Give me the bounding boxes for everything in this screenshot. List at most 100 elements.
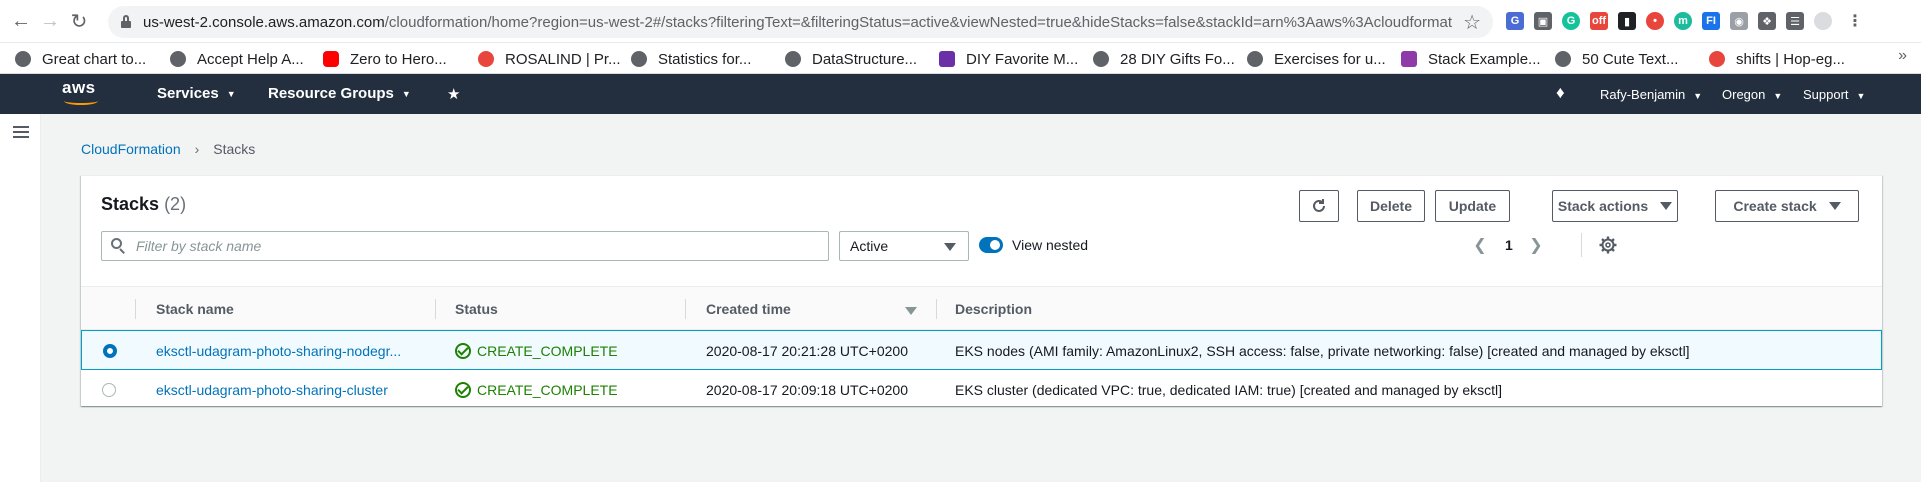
profile-avatar[interactable] <box>1814 12 1832 30</box>
view-nested-label: View nested <box>1012 237 1089 253</box>
sort-descending-icon[interactable] <box>905 307 917 315</box>
aws-console-header: aws Services ▼ Resource Groups ▼ ★ ♦ Rafy-… <box>0 74 1921 114</box>
pager-divider <box>1581 233 1582 257</box>
globe-icon <box>1555 51 1571 67</box>
bookmark-item[interactable]: Accept Help A... <box>170 49 304 69</box>
rosalind-icon <box>478 51 494 67</box>
stack-name-link[interactable]: eksctl-udagram-photo-sharing-nodegr... <box>156 343 421 359</box>
stack-description: EKS nodes (AMI family: AmazonLinux2, SSH… <box>955 343 1690 359</box>
grammarly-icon[interactable]: G <box>1562 12 1580 30</box>
stack-filter[interactable] <box>101 231 829 261</box>
settings-gear-icon[interactable] <box>1599 236 1617 254</box>
chart-extension-icon[interactable]: ▮ <box>1618 12 1636 30</box>
globe-icon <box>631 51 647 67</box>
column-header-description[interactable]: Description <box>955 301 1032 317</box>
breadcrumb-current: Stacks <box>213 141 256 157</box>
view-nested-toggle[interactable] <box>979 237 1003 253</box>
row-radio-selected[interactable] <box>103 344 117 358</box>
bookmarks-overflow-icon[interactable]: » <box>1898 47 1907 65</box>
caret-down-icon <box>1828 202 1841 210</box>
share-extension-icon[interactable]: • <box>1646 12 1664 30</box>
globe-icon <box>785 51 801 67</box>
table-row[interactable]: eksctl-udagram-photo-sharing-nodegr... C… <box>81 330 1882 370</box>
status-filter-select[interactable]: Active <box>839 231 969 261</box>
stack-description: EKS cluster (dedicated VPC: true, dedica… <box>955 382 1503 398</box>
browser-toolbar: ← → ↻ us-west-2.console.aws.amazon.com/c… <box>0 0 1921 43</box>
bookmark-item[interactable]: Zero to Hero... <box>323 49 447 69</box>
globe-icon <box>1247 51 1263 67</box>
bookmark-item[interactable]: 28 DIY Gifts Fo... <box>1093 49 1235 69</box>
m-extension-icon[interactable]: m <box>1674 12 1692 30</box>
status-badge: CREATE_COMPLETE <box>455 382 618 398</box>
region-menu[interactable]: Oregon ▼ <box>1722 87 1782 102</box>
extension-icon[interactable]: ▣ <box>1534 12 1552 30</box>
caret-down-icon <box>944 243 956 251</box>
stack-actions-button[interactable]: Stack actions <box>1552 190 1678 222</box>
bookmark-item[interactable]: 50 Cute Text... <box>1555 49 1678 69</box>
globe-icon <box>170 51 186 67</box>
bookmark-item[interactable]: shifts | Hop-eg... <box>1709 49 1845 69</box>
table-header: Stack name Status Created time Descripti… <box>81 286 1882 330</box>
services-menu[interactable]: Services ▼ <box>157 85 236 102</box>
bookmark-star-icon[interactable]: ☆ <box>1463 10 1481 35</box>
column-header-created-time[interactable]: Created time <box>706 301 791 317</box>
lock-icon <box>121 15 131 28</box>
camera-icon[interactable]: ◉ <box>1730 12 1748 30</box>
breadcrumb: CloudFormation › Stacks <box>81 141 255 157</box>
column-header-status[interactable]: Status <box>455 301 498 317</box>
forward-icon[interactable]: → <box>38 9 62 33</box>
bookmark-item[interactable]: DIY Favorite M... <box>939 49 1078 69</box>
bookmark-item[interactable]: DataStructure... <box>785 49 917 69</box>
delete-button[interactable]: Delete <box>1357 190 1425 222</box>
reload-icon[interactable]: ↻ <box>67 9 91 33</box>
chevron-down-icon: ▼ <box>226 89 236 100</box>
pin-icon[interactable]: ★ <box>447 85 460 103</box>
adblock-icon[interactable]: off <box>1590 12 1608 30</box>
current-page-number[interactable]: 1 <box>1505 237 1513 253</box>
stack-name-link[interactable]: eksctl-udagram-photo-sharing-cluster <box>156 382 421 398</box>
caret-down-icon <box>1660 202 1673 210</box>
chevron-right-icon[interactable]: ❯ <box>1526 234 1546 256</box>
column-divider <box>135 299 136 319</box>
bookmark-item[interactable]: Great chart to... <box>15 49 146 69</box>
back-icon[interactable]: ← <box>9 9 33 33</box>
url-text[interactable]: us-west-2.console.aws.amazon.com/cloudfo… <box>143 14 1453 31</box>
status-badge: CREATE_COMPLETE <box>455 343 618 359</box>
create-stack-button[interactable]: Create stack <box>1715 190 1859 222</box>
account-menu[interactable]: Rafy-Benjamin ▼ <box>1600 87 1702 102</box>
stacks-count: (2) <box>164 194 187 214</box>
update-button[interactable]: Update <box>1435 190 1510 222</box>
resource-groups-menu[interactable]: Resource Groups ▼ <box>268 85 411 102</box>
globe-icon <box>1093 51 1109 67</box>
address-bar[interactable]: us-west-2.console.aws.amazon.com/cloudfo… <box>108 6 1493 38</box>
table-row[interactable]: eksctl-udagram-photo-sharing-cluster CRE… <box>81 370 1882 410</box>
chevron-right-icon: › <box>194 141 200 157</box>
refresh-icon <box>1313 199 1325 212</box>
extensions-puzzle-icon[interactable]: ❖ <box>1758 12 1776 30</box>
heart-icon <box>939 51 955 67</box>
media-queue-icon[interactable]: ☰ <box>1786 12 1804 30</box>
bookmarks-bar: Great chart to... Accept Help A... Zero … <box>0 43 1921 74</box>
aws-logo[interactable]: aws <box>62 78 102 108</box>
browser-menu-icon[interactable]: ⋮ <box>1846 12 1864 30</box>
column-header-stack-name[interactable]: Stack name <box>156 301 234 317</box>
bookmark-item[interactable]: Stack Example... <box>1401 49 1541 69</box>
created-time: 2020-08-17 20:21:28 UTC+0200 <box>706 343 908 359</box>
chevron-down-icon: ▼ <box>1856 90 1866 101</box>
stack-filter-input[interactable] <box>136 236 816 256</box>
hamburger-menu-icon[interactable] <box>13 126 29 138</box>
bookmark-item[interactable]: ROSALIND | Pr... <box>478 49 621 69</box>
support-menu[interactable]: Support ▼ <box>1803 87 1865 102</box>
chevron-left-icon[interactable]: ❮ <box>1470 234 1490 256</box>
refresh-button[interactable] <box>1299 190 1339 222</box>
row-radio[interactable] <box>102 383 116 397</box>
column-divider <box>435 299 436 319</box>
bookmark-item[interactable]: Exercises for u... <box>1247 49 1386 69</box>
column-divider <box>936 299 937 319</box>
notifications-bell-icon[interactable]: ♦ <box>1556 83 1565 103</box>
breadcrumb-cloudformation[interactable]: CloudFormation <box>81 141 181 157</box>
flame-icon <box>1709 51 1725 67</box>
bookmark-item[interactable]: Statistics for... <box>631 49 751 69</box>
translate-extension-icon[interactable]: G <box>1506 12 1524 30</box>
fi-extension-icon[interactable]: FI <box>1702 12 1720 30</box>
